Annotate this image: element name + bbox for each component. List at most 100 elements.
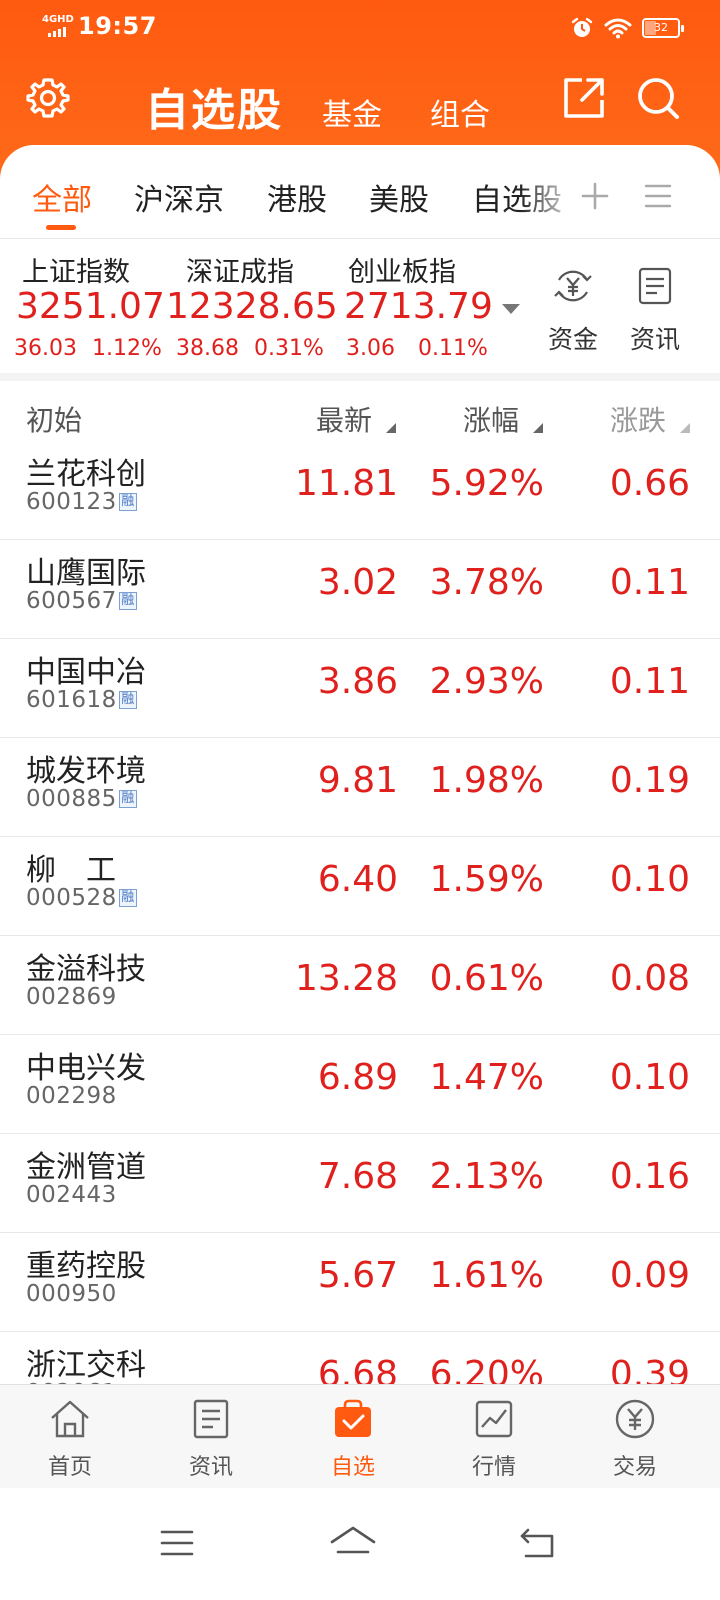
table-row[interactable]: 兰花科创 600123 融 11.81 5.92% 0.66 (0, 441, 720, 540)
nav-watchlist[interactable]: 自选 (303, 1397, 403, 1481)
stock-name: 柳 工 (26, 853, 116, 888)
news-label: 资讯 (629, 325, 680, 354)
table-row[interactable]: 中国中冶 601618 融 3.86 2.93% 0.11 (0, 639, 720, 738)
stock-name: 城发环境 (26, 754, 146, 789)
home-button-icon[interactable] (328, 1518, 378, 1568)
margin-badge: 融 (118, 790, 137, 808)
index-percent: 0.31% (254, 336, 324, 361)
sort-name[interactable]: 初始 (26, 399, 82, 439)
stock-change-pct: 5.92% (429, 463, 544, 504)
nav-trade[interactable]: 交易 (585, 1397, 685, 1481)
recent-apps-icon[interactable] (152, 1518, 202, 1568)
index-name: 上证指数 (22, 257, 130, 288)
sort-latest-icon (386, 423, 396, 433)
status-bar: 4GHD 19:57 32 (0, 0, 720, 56)
index-change: 38.68 (176, 336, 239, 361)
tab-portfolio[interactable]: 组合 (430, 90, 490, 134)
search-icon[interactable] (634, 74, 682, 122)
table-row[interactable]: 山鹰国际 600567 融 3.02 3.78% 0.11 (0, 540, 720, 639)
stock-change-pct: 2.13% (429, 1156, 544, 1197)
menu-icon[interactable] (644, 183, 672, 209)
table-row[interactable]: 金洲管道 002443 7.68 2.13% 0.16 (0, 1134, 720, 1233)
stock-change: 0.08 (609, 958, 690, 999)
table-row[interactable]: 重药控股 000950 5.67 1.61% 0.09 (0, 1233, 720, 1332)
stock-change-pct: 1.47% (429, 1057, 544, 1098)
stock-code: 002443 (26, 1182, 117, 1208)
nav-home[interactable]: 首页 (20, 1397, 120, 1481)
table-row[interactable]: 城发环境 000885 融 9.81 1.98% 0.19 (0, 738, 720, 837)
section-divider (0, 373, 720, 381)
index-value: 2713.79 (344, 286, 493, 327)
active-tab-indicator (46, 225, 76, 230)
back-icon[interactable] (512, 1518, 562, 1568)
sort-change[interactable]: 涨跌 (610, 399, 666, 439)
nav-market[interactable]: 行情 (444, 1397, 544, 1481)
stock-change-pct: 1.61% (429, 1255, 544, 1296)
stock-change-pct: 2.93% (429, 661, 544, 702)
funds-icon (554, 270, 592, 302)
stock-change-pct: 1.59% (429, 859, 544, 900)
stock-price: 7.68 (317, 1156, 398, 1197)
stock-code: 601618 (26, 687, 117, 713)
margin-badge: 融 (118, 889, 137, 907)
market-tabs: 全部 沪深京 港股 美股 自选股 (0, 145, 720, 240)
sort-change-icon (680, 423, 690, 433)
stock-change: 0.11 (609, 562, 690, 603)
wifi-icon (604, 18, 632, 39)
tab-hs-bj[interactable]: 沪深京 (134, 175, 224, 219)
tab-us[interactable]: 美股 (369, 175, 429, 219)
margin-badge: 融 (118, 493, 137, 511)
table-row[interactable]: 柳 工 000528 融 6.40 1.59% 0.10 (0, 837, 720, 936)
stock-name: 重药控股 (26, 1249, 146, 1284)
stock-price: 11.81 (294, 463, 398, 504)
stock-name: 金洲管道 (26, 1150, 146, 1185)
tab-hk[interactable]: 港股 (267, 175, 327, 219)
nav-home-label: 首页 (47, 1455, 92, 1480)
market-icon (475, 1400, 513, 1438)
stock-price: 6.40 (317, 859, 398, 900)
index-strip: 上证指数 3251.07 36.03 1.12% 深证成指 12328.65 3… (0, 240, 720, 380)
news-icon (638, 267, 672, 305)
sort-change-pct[interactable]: 涨幅 (463, 399, 519, 439)
add-tab-icon[interactable] (580, 181, 610, 211)
signal-icon: 4GHD (42, 13, 76, 39)
table-row[interactable]: 金溢科技 002869 13.28 0.61% 0.08 (0, 936, 720, 1035)
nav-market-label: 行情 (471, 1455, 516, 1480)
stock-change: 0.66 (609, 463, 690, 504)
margin-badge: 融 (118, 691, 137, 709)
funds-button[interactable]: 资金 (538, 266, 608, 356)
margin-badge: 融 (118, 592, 137, 610)
stock-code: 000950 (26, 1281, 117, 1307)
settings-icon[interactable] (24, 74, 72, 122)
alarm-icon (571, 17, 593, 37)
tab-fund[interactable]: 基金 (322, 90, 382, 134)
stock-change-pct: 1.98% (429, 760, 544, 801)
stock-code: 002869 (26, 984, 117, 1010)
sort-change-pct-icon (533, 423, 543, 433)
stock-code: 002298 (26, 1083, 117, 1109)
table-row[interactable]: 中电兴发 002298 6.89 1.47% 0.10 (0, 1035, 720, 1134)
bottom-nav: 首页 资讯 自选 行情 交易 (0, 1384, 720, 1488)
stock-name: 兰花科创 (26, 457, 146, 492)
index-change: 36.03 (14, 336, 77, 361)
index-value: 3251.07 (16, 286, 165, 327)
stock-change: 0.09 (609, 1255, 690, 1296)
table-row[interactable]: 浙江交科 002061 6.68 6.20% 0.39 (0, 1332, 720, 1385)
tab-all[interactable]: 全部 (32, 175, 92, 219)
nav-news[interactable]: 资讯 (161, 1397, 261, 1481)
index-dropdown-icon[interactable] (502, 304, 520, 314)
index-value: 12328.65 (166, 286, 338, 327)
nav-watchlist-label: 自选 (330, 1455, 375, 1480)
index-name: 深证成指 (186, 257, 294, 288)
system-nav-bar (0, 1488, 720, 1600)
stock-name: 浙江交科 (26, 1348, 146, 1383)
stock-change-pct: 0.61% (429, 958, 544, 999)
news-button[interactable]: 资讯 (620, 266, 690, 356)
stock-price: 3.02 (317, 562, 398, 603)
stock-price: 6.68 (317, 1354, 398, 1385)
share-icon[interactable] (560, 74, 608, 122)
home-icon (51, 1400, 89, 1438)
watchlist-icon (335, 1399, 371, 1437)
network-type: 4GHD (42, 14, 74, 25)
sort-latest[interactable]: 最新 (316, 399, 372, 439)
